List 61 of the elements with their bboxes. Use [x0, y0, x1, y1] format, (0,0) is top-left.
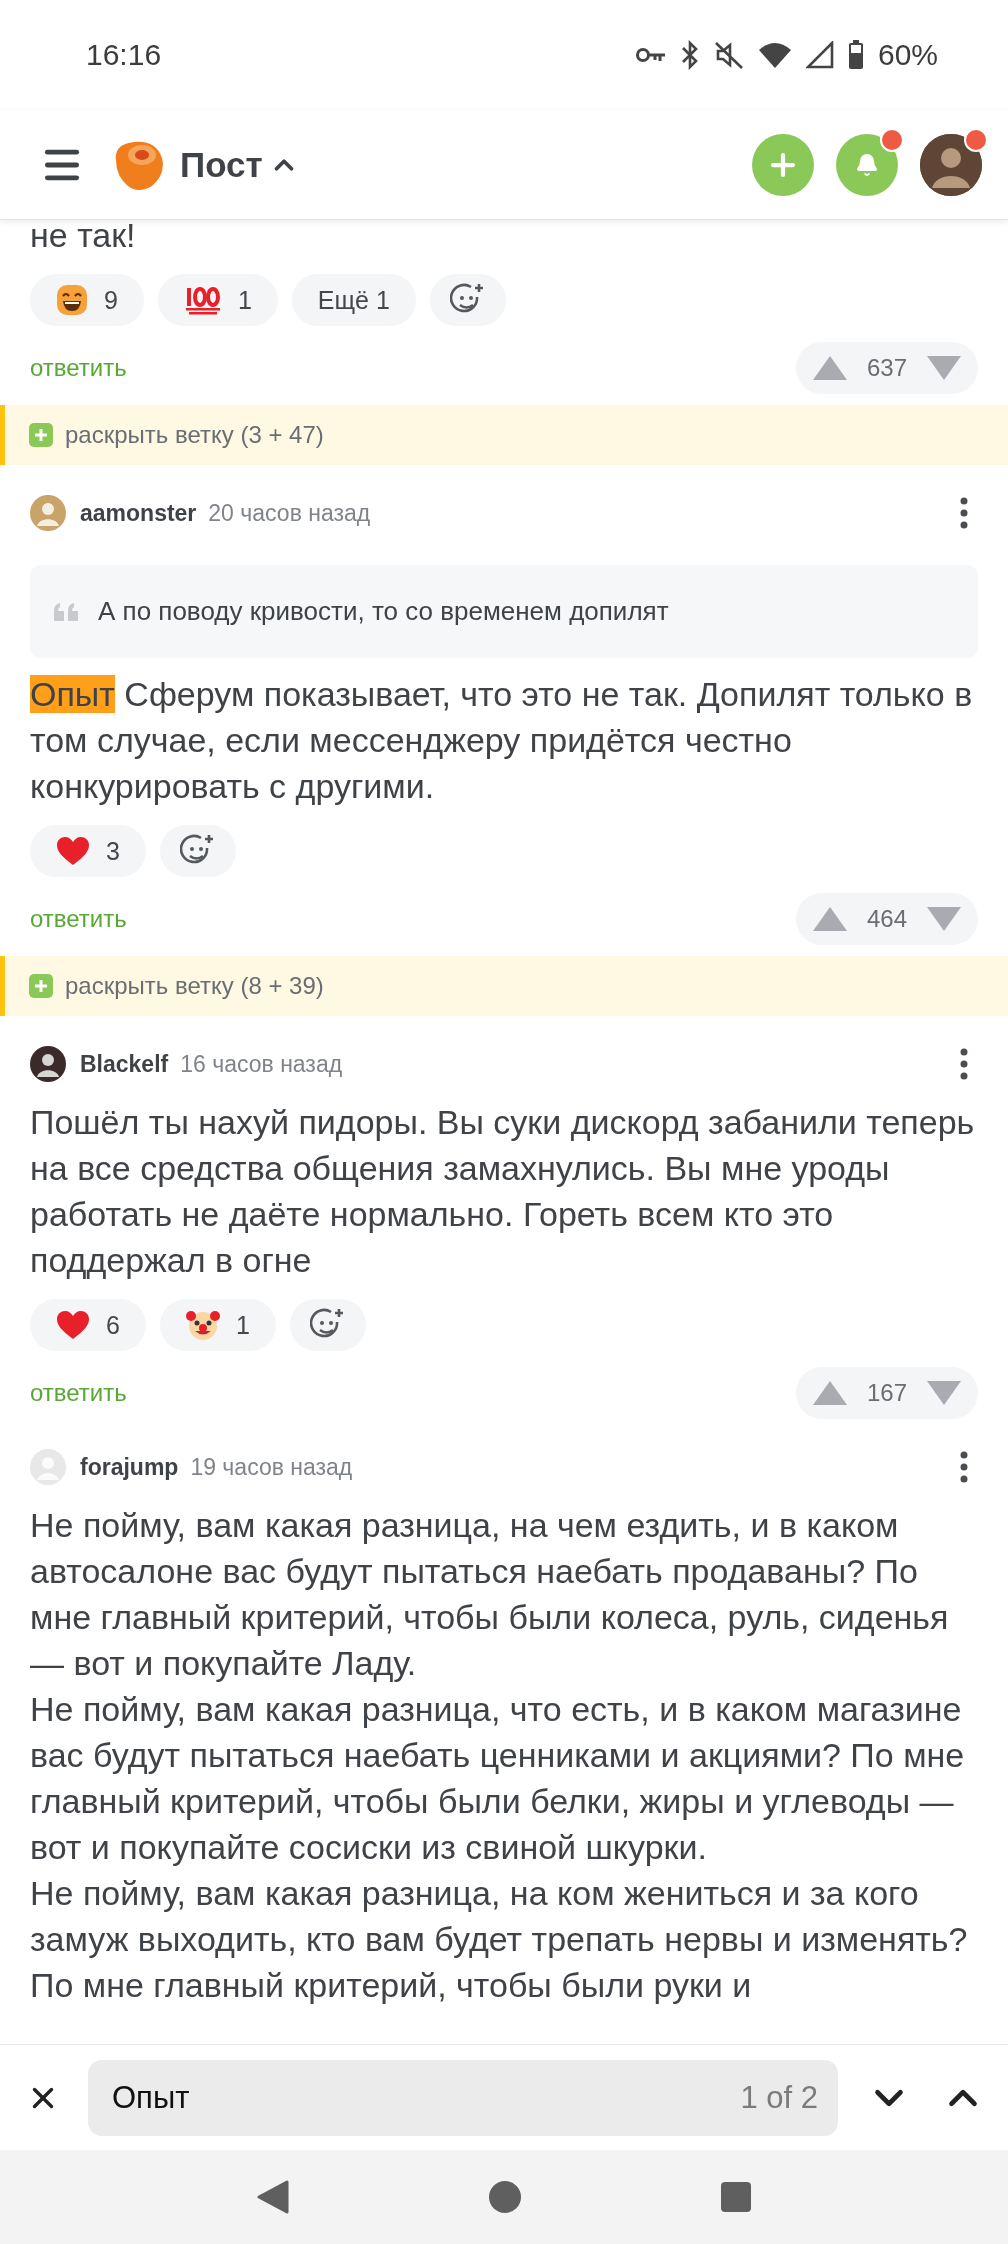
comment-time: 19 часов назад [190, 1453, 353, 1481]
reaction-button[interactable]: 1 [159, 1299, 276, 1351]
battery-percent: 60% [877, 38, 938, 72]
plus-icon [29, 974, 53, 998]
reaction-button[interactable]: 9 [30, 274, 144, 326]
quote-text: А по поводу кривости, то со временем допилят [98, 596, 669, 627]
comment-time: 20 часов назад [208, 499, 371, 527]
expand-thread-button[interactable]: раскрыть ветку (8 + 39) [0, 956, 1008, 1016]
more-options-button[interactable] [960, 497, 968, 529]
match-count: 1 of 2 [740, 2079, 818, 2116]
vote-count: 167 [866, 1379, 907, 1407]
add-reaction-button[interactable] [289, 1299, 366, 1351]
author-name[interactable]: Blackelf [80, 1050, 169, 1078]
upvote-icon [812, 355, 848, 381]
more-reactions-button[interactable]: Ещё 1 [291, 274, 416, 326]
page-title[interactable]: Пост [180, 144, 263, 185]
expand-thread-button[interactable]: раскрыть ветку (3 + 47) [0, 405, 1008, 465]
reaction-button[interactable]: 6 [30, 1299, 146, 1351]
add-reaction-button[interactable] [159, 825, 236, 877]
comment-text: Не пойму, вам какая разница, на чем ездить, и в каком автосалоне вас будут пытаться наебать продаваны? По мне главный критерий, чтобы были колеса, руль, сиденья — вот и покупайте Ладу. [30, 1505, 950, 1684]
downvote-icon [926, 1380, 962, 1406]
user-avatar[interactable] [30, 1046, 66, 1082]
comment-text: Не пойму, вам какая разница, что есть, и в каком магазине вас будут пытаться наебать ценниками и акциями? По мне главный критерий, чтобы были белки, жиры и углеводы — вот и покупайте сосиски из свиной шкурки. [30, 1689, 966, 1868]
back-icon[interactable] [257, 2180, 289, 2214]
downvote-icon [926, 355, 962, 381]
comment-time: 16 часов назад [180, 1050, 343, 1078]
grinning-face-icon [56, 284, 88, 316]
comment-text: Пошёл ты нахуй пидоры. Вы суки дискорд забанили теперь на все средства общения замахнулись. Вы мне уроды работать не даёте нормально. Гореть всем кто это поддержал в огне [30, 1102, 976, 1281]
battery-icon [847, 40, 864, 70]
more-options-button[interactable] [960, 1048, 968, 1080]
more-options-button[interactable] [960, 1451, 968, 1483]
comment-text: Не пойму, вам какая разница, на ком жениться и за кого замуж выходить, кто вам будет трепать нервы и изменять? По мне главный критерий, чтобы были руки и [30, 1873, 969, 2006]
vote-count: 464 [866, 905, 907, 933]
reaction-button[interactable]: 1 [157, 274, 278, 326]
comment-text: Опыт Сферум показывает, что это не так. Допилят только в том случае, если мессенджеру придётся честно конкурировать с другими. [30, 674, 974, 807]
clown-face-icon [185, 1308, 220, 1342]
downvote-icon [926, 906, 962, 932]
add-reaction-button[interactable] [429, 274, 506, 326]
bell-icon [855, 152, 879, 177]
upvote-icon [812, 1380, 848, 1406]
clock-time: 16:16 [86, 38, 162, 72]
quote-icon [54, 602, 80, 621]
key-icon [635, 47, 666, 63]
heart-icon [56, 1310, 90, 1340]
vote-count: 637 [866, 354, 907, 382]
heart-icon [56, 836, 90, 866]
home-icon[interactable] [489, 2181, 521, 2213]
hundred-points-icon [183, 284, 222, 316]
signal-icon [805, 41, 834, 69]
mute-icon [713, 40, 744, 70]
upvote-icon [812, 906, 848, 932]
author-name[interactable]: forajump [80, 1453, 179, 1481]
author-name[interactable]: aamonster [80, 499, 197, 527]
comment-text: не так! [30, 220, 137, 256]
plus-icon [29, 423, 53, 447]
wifi-icon [757, 41, 792, 69]
more-options-icon [960, 1451, 968, 1483]
more-options-icon [960, 1048, 968, 1080]
reaction-button[interactable]: 3 [30, 825, 146, 877]
more-options-icon [960, 497, 968, 529]
bluetooth-icon [679, 40, 700, 70]
